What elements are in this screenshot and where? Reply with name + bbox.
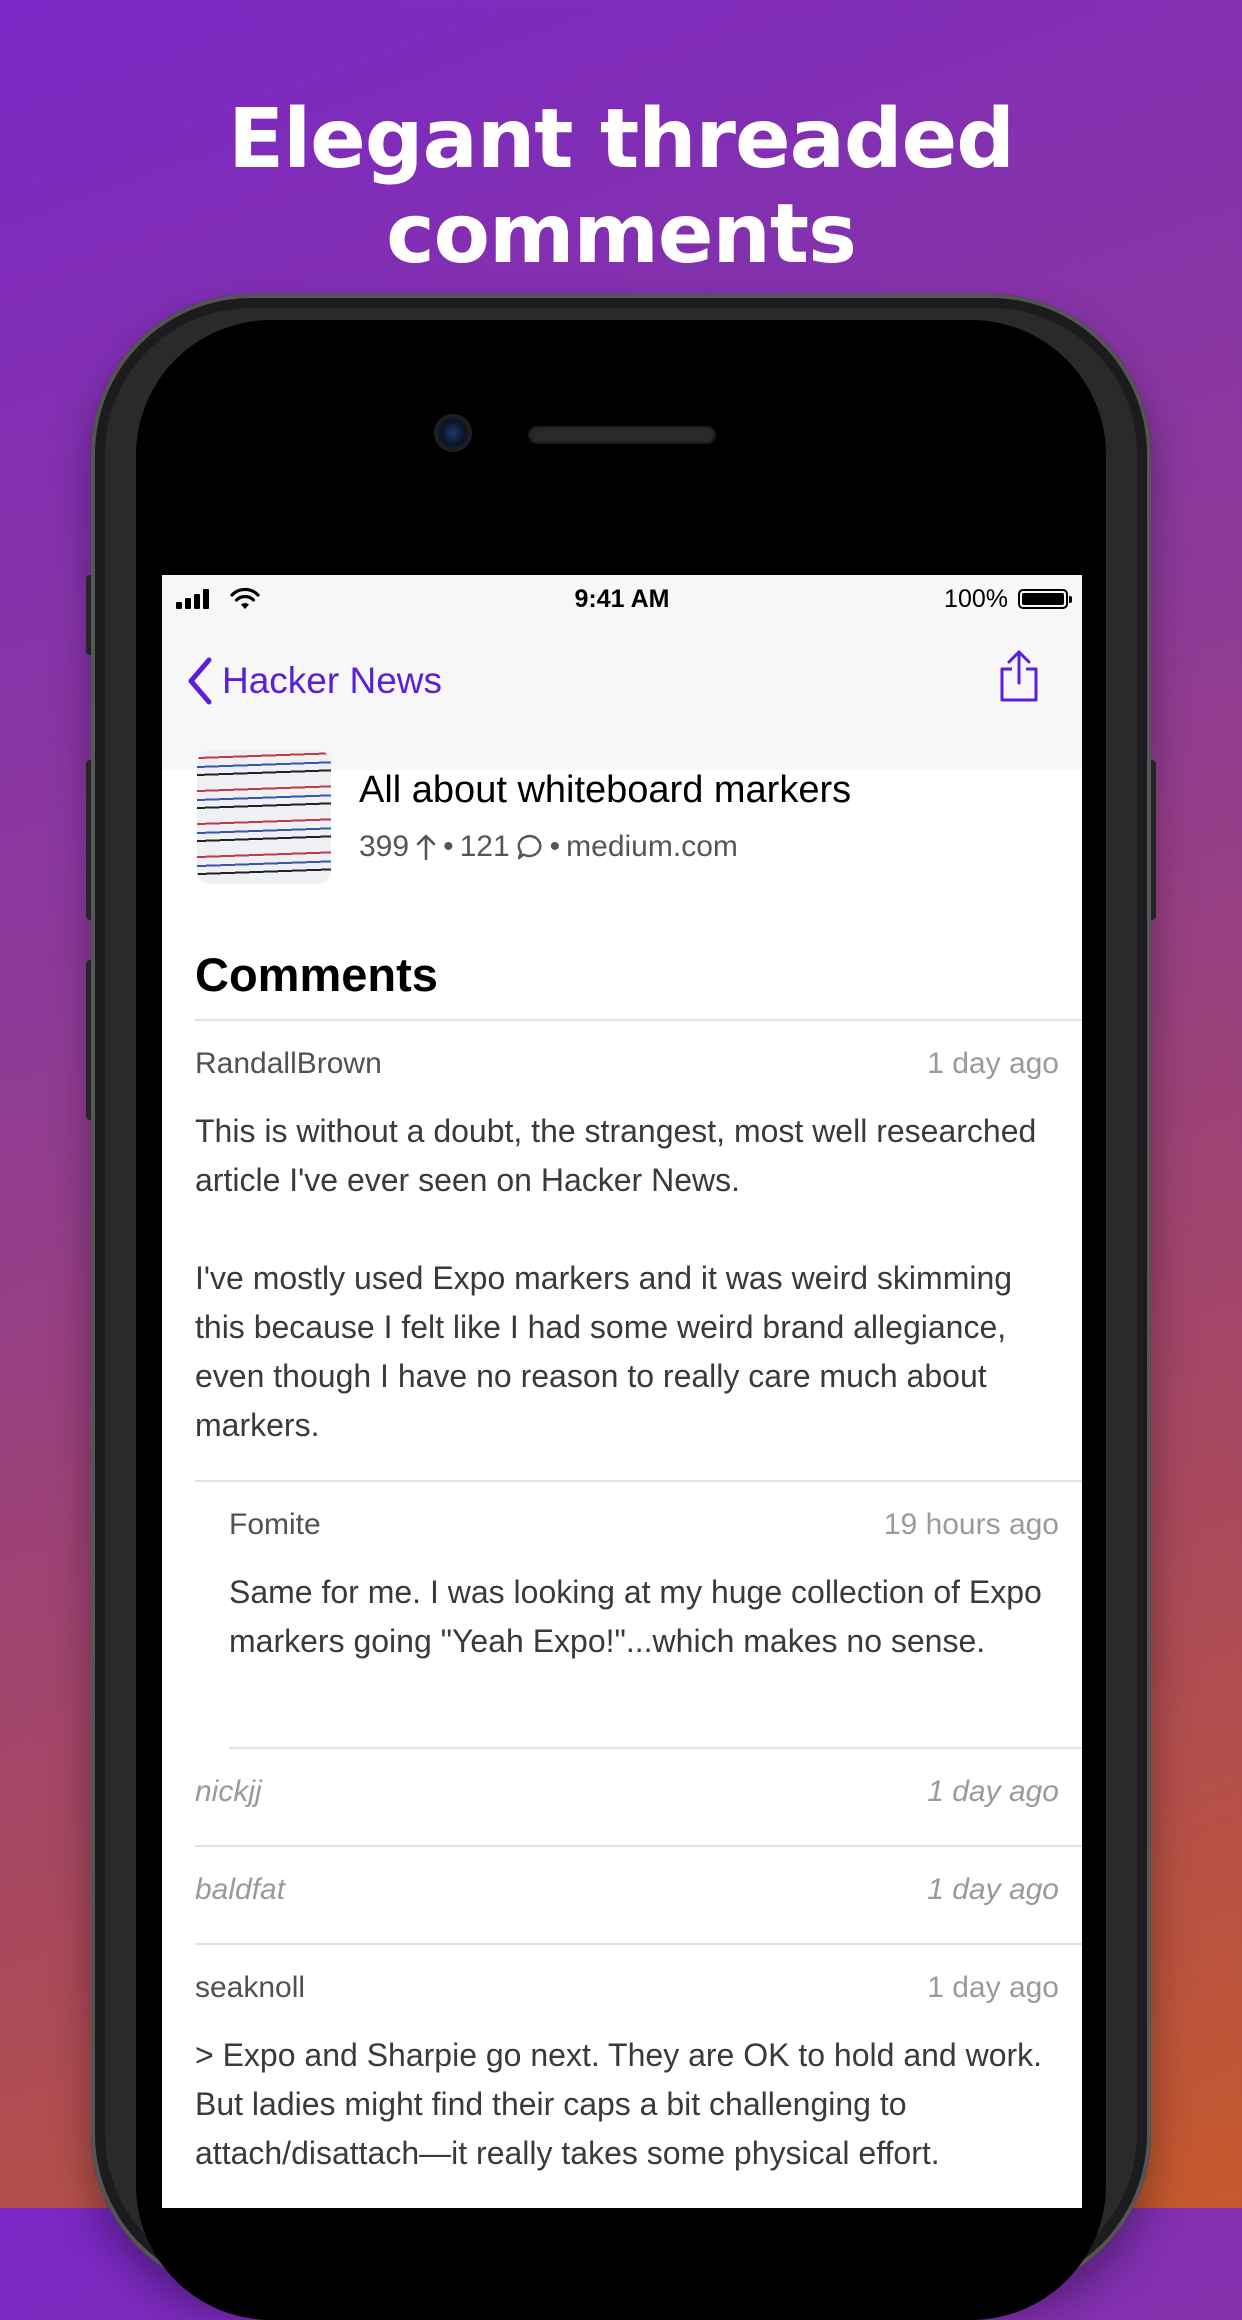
comment-author[interactable]: RandallBrown: [195, 1047, 382, 1081]
comment-author[interactable]: Fomite: [229, 1508, 321, 1542]
comment-body: > Expo and Sharpie go next. They are OK …: [195, 2031, 1065, 2178]
divider: [195, 1480, 1082, 1482]
comment-author[interactable]: nickjj: [195, 1775, 262, 1809]
separator-dot: •: [443, 830, 454, 863]
comment-timestamp: 19 hours ago: [883, 1508, 1059, 1541]
divider: [195, 1943, 1082, 1945]
separator-dot: •: [549, 830, 561, 863]
comment-body: This is without a doubt, the strangest, …: [195, 1107, 1065, 1450]
battery-percentage: 100%: [944, 585, 1008, 613]
comment-timestamp: 1 day ago: [927, 1971, 1059, 2004]
points-count: 399: [359, 830, 410, 863]
comment-paragraph: I've mostly used Expo markers and it was…: [195, 1260, 1013, 1443]
navigation-bar: Hacker News: [162, 625, 1082, 770]
earpiece-speaker: [528, 426, 716, 444]
comment-timestamp: 1 day ago: [927, 1047, 1059, 1080]
back-button[interactable]: Hacker News: [186, 657, 442, 705]
comment-paragraph: This is without a doubt, the strangest, …: [195, 1113, 1037, 1198]
status-bar: 9:41 AM 100%: [162, 575, 1082, 625]
story-title: All about whiteboard markers: [359, 769, 852, 811]
comment-paragraph: Same for me. I was looking at my huge co…: [229, 1574, 1042, 1659]
divider: [195, 1845, 1082, 1847]
comment-timestamp: 1 day ago: [927, 1775, 1059, 1808]
comment-paragraph: > Expo and Sharpie go next. They are OK …: [195, 2037, 1043, 2171]
comment-author[interactable]: seaknoll: [195, 1971, 305, 2005]
back-button-label: Hacker News: [222, 660, 442, 701]
battery-icon: [1018, 589, 1072, 609]
comment-author[interactable]: baldfat: [195, 1873, 285, 1907]
comments-heading: Comments: [195, 948, 438, 1001]
share-icon[interactable]: [998, 649, 1040, 703]
upvote-arrow-icon: [416, 834, 436, 861]
story-meta: 399 • 121 • medium.com: [359, 830, 738, 864]
story-thumbnail: [197, 750, 331, 884]
divider: [195, 1019, 1082, 1021]
comment-body: Same for me. I was looking at my huge co…: [229, 1568, 1049, 1666]
phone-screen: 9:41 AM 100% Hacker News All about white…: [162, 575, 1082, 2208]
comment-timestamp: 1 day ago: [927, 1873, 1059, 1906]
chevron-left-icon: [188, 657, 212, 705]
divider: [229, 1747, 1082, 1749]
comment-count: 121: [459, 830, 510, 863]
headline: Elegant threaded comments: [228, 92, 1015, 282]
comment-bubble-icon: [517, 834, 542, 860]
front-camera: [434, 414, 472, 452]
story-domain: medium.com: [566, 830, 738, 863]
